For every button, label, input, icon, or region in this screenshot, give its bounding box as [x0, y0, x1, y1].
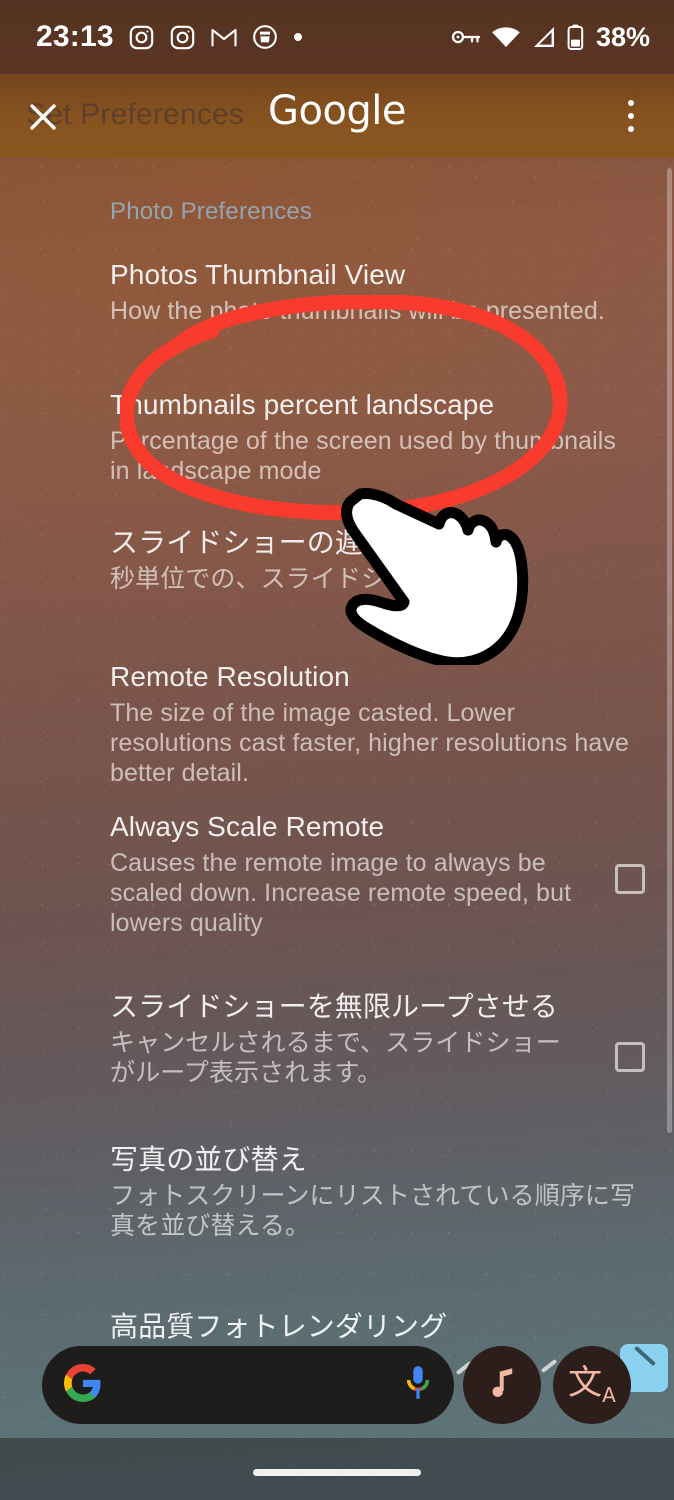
preference-title: Always Scale Remote	[110, 811, 385, 842]
instagram-icon	[128, 24, 155, 51]
list-item[interactable]: スライドショーの遅延 秒単位での、スライドショー	[110, 526, 640, 594]
google-search-bar[interactable]	[42, 1346, 454, 1424]
translate-button[interactable]: 文A	[553, 1346, 631, 1424]
battery-icon	[567, 24, 584, 50]
microphone-icon[interactable]	[404, 1364, 432, 1407]
status-bar-left: 23:13	[36, 20, 451, 54]
more-vertical-icon[interactable]	[614, 96, 648, 136]
gmail-icon	[210, 25, 238, 49]
preference-title: スライドショーを無限ループさせる	[110, 991, 558, 1022]
vpn-key-icon	[451, 28, 481, 46]
status-bar-right: 38%	[451, 22, 650, 53]
preference-summary: How the photo thumbnails will be present…	[110, 297, 605, 326]
cellular-signal-icon	[531, 25, 557, 49]
home-dock: 文A	[0, 1330, 674, 1500]
google-g-icon	[64, 1363, 102, 1407]
list-item[interactable]: Photos Thumbnail View How the photo thum…	[110, 258, 640, 326]
preference-title: Remote Resolution	[110, 661, 350, 692]
preference-summary: 秒単位での、スライドショー	[110, 565, 437, 594]
wifi-icon	[491, 25, 521, 49]
instagram-icon	[169, 24, 196, 51]
preferences-list[interactable]: Photo Preferences Photos Thumbnail View …	[0, 158, 674, 1500]
list-item[interactable]: Always Scale Remote Causes the remote im…	[110, 810, 645, 938]
preference-summary: The size of the image casted. Lower reso…	[110, 699, 629, 788]
list-item[interactable]: Remote Resolution The size of the image …	[110, 660, 640, 788]
drink-tracker-icon	[252, 24, 278, 50]
status-bar-clock: 23:13	[36, 20, 114, 53]
home-gesture-pill[interactable]	[253, 1469, 421, 1476]
list-item[interactable]: 写真の並び替え フォトスクリーンにリストされている順序に写真を並び替える。	[110, 1143, 640, 1241]
google-brand-overlay: Google	[267, 88, 407, 134]
phone-screen: 23:13 38% Set Preferences Google Photo P…	[0, 0, 674, 1500]
list-item[interactable]: Thumbnails percent landscape Percentage …	[110, 388, 640, 486]
preference-summary: Causes the remote image to always be sca…	[110, 849, 572, 938]
list-item[interactable]: スライドショーを無限ループさせる キャンセルされるまで、スライドショーがループ表…	[110, 990, 645, 1088]
navigation-bar	[0, 1438, 674, 1500]
preference-title: Thumbnails percent landscape	[110, 389, 495, 420]
music-note-icon	[488, 1366, 516, 1405]
notification-dot-icon	[292, 31, 304, 43]
preference-summary: Percentage of the screen used by thumbna…	[110, 427, 616, 486]
preference-title: 写真の並び替え	[110, 1144, 307, 1175]
checkbox-loop-slideshow[interactable]	[615, 1042, 645, 1072]
battery-percent-label: 38%	[595, 21, 650, 52]
preference-summary: フォトスクリーンにリストされている順序に写真を並び替える。	[110, 1182, 636, 1241]
vertical-scrollbar[interactable]	[667, 168, 672, 1133]
preference-summary: キャンセルされるまで、スライドショーがループ表示されます。	[110, 1029, 561, 1088]
music-search-button[interactable]	[463, 1346, 541, 1424]
preference-title: スライドショーの遅延	[110, 527, 392, 558]
status-bar: 23:13 38%	[0, 0, 674, 74]
checkbox-always-scale-remote[interactable]	[615, 864, 645, 894]
preference-title: Photos Thumbnail View	[110, 259, 406, 290]
app-bar: Set Preferences Google	[0, 74, 674, 158]
translate-icon: 文A	[568, 1362, 616, 1407]
preference-category-header: Photo Preferences	[110, 198, 313, 225]
